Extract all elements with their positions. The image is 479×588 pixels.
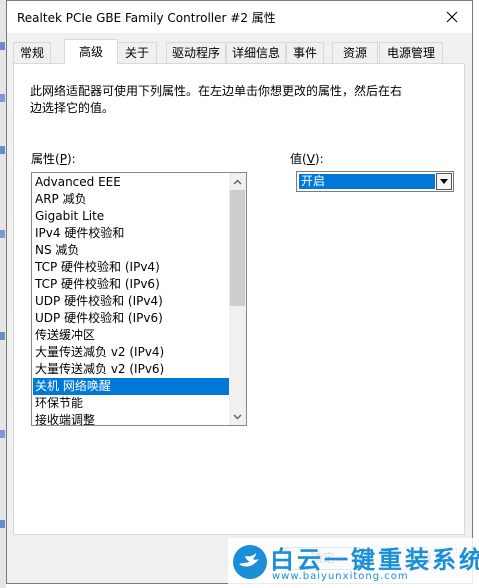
list-item[interactable]: Advanced EEE — [33, 174, 229, 191]
bird-logo-icon — [233, 545, 267, 579]
list-item[interactable]: 大量传送减负 v2 (IPv4) — [33, 344, 229, 361]
value-label: 值(V): — [290, 150, 324, 167]
tab-resources[interactable]: 资源 — [332, 42, 378, 63]
tab-advanced[interactable]: 高级 — [64, 39, 118, 64]
scroll-up-button[interactable] — [229, 173, 246, 190]
watermark-url: www.baiyunxitong.com — [272, 571, 409, 582]
chevron-down-icon — [440, 179, 448, 184]
list-item[interactable]: IPv4 硬件校验和 — [33, 225, 229, 242]
scroll-down-button[interactable] — [229, 408, 246, 425]
background-icon — [0, 94, 5, 102]
list-item[interactable]: ARP 减负 — [33, 191, 229, 208]
dropdown-button[interactable] — [436, 173, 452, 190]
background-icon — [0, 230, 5, 238]
close-button[interactable] — [432, 1, 472, 33]
window-title: Realtek PCIe GBE Family Controller #2 属性 — [17, 11, 276, 25]
list-item[interactable]: TCP 硬件校验和 (IPv4) — [33, 259, 229, 276]
background-icon — [0, 146, 5, 154]
value-selected: 开启 — [299, 174, 435, 189]
tab-power-management[interactable]: 电源管理 — [379, 42, 443, 63]
tab-general[interactable]: 常规 — [13, 42, 51, 63]
background-icon — [0, 332, 5, 340]
tab-about[interactable]: 关于 — [117, 42, 157, 63]
advanced-tab-panel: 此网络适配器可使用下列属性。在左边单击你想更改的属性，然后在右 边选择它的值。 … — [13, 63, 465, 535]
background-icon — [0, 430, 5, 438]
list-item[interactable]: 接收端调整 — [33, 412, 229, 425]
list-item-selected[interactable]: 关机 网络唤醒 — [33, 378, 229, 395]
property-label: 属性(P): — [31, 150, 76, 167]
property-listbox[interactable]: Advanced EEE ARP 减负 Gigabit Lite IPv4 硬件… — [31, 172, 247, 426]
list-item[interactable]: 环保节能 — [33, 395, 229, 412]
label-text: ): — [314, 152, 324, 166]
description-line: 边选择它的值。 — [30, 101, 115, 115]
label-accelerator: V — [306, 152, 315, 166]
scroll-up-arrow-icon — [233, 179, 242, 184]
label-accelerator: P — [59, 152, 67, 166]
tab-events[interactable]: 事件 — [286, 42, 324, 63]
vertical-scrollbar[interactable] — [229, 173, 246, 425]
label-text: 属性( — [31, 152, 60, 166]
properties-dialog: Realtek PCIe GBE Family Controller #2 属性… — [6, 0, 473, 584]
scroll-thumb[interactable] — [230, 190, 245, 306]
list-item[interactable]: Gigabit Lite — [33, 208, 229, 225]
tab-details[interactable]: 详细信息 — [226, 42, 286, 63]
panel-description: 此网络适配器可使用下列属性。在左边单击你想更改的属性，然后在右 边选择它的值。 — [30, 83, 430, 117]
list-item[interactable]: TCP 硬件校验和 (IPv6) — [33, 276, 229, 293]
list-item[interactable]: UDP 硬件校验和 (IPv6) — [33, 310, 229, 327]
scroll-down-arrow-icon — [233, 414, 242, 419]
background-icon — [0, 42, 5, 50]
value-dropdown[interactable]: 开启 — [296, 171, 454, 192]
list-item[interactable]: 传送缓冲区 — [33, 327, 229, 344]
label-text: 值( — [290, 152, 307, 166]
background-icon — [0, 520, 5, 528]
list-item[interactable]: 大量传送减负 v2 (IPv6) — [33, 361, 229, 378]
description-line: 此网络适配器可使用下列属性。在左边单击你想更改的属性，然后在右 — [30, 84, 403, 98]
watermark-title: 白云一键重装系统 — [270, 546, 479, 574]
label-text: ): — [66, 152, 76, 166]
close-icon — [446, 11, 458, 23]
list-item[interactable]: NS 减负 — [33, 242, 229, 259]
tab-driver[interactable]: 驱动程序 — [166, 42, 226, 63]
title-bar[interactable]: Realtek PCIe GBE Family Controller #2 属性 — [7, 1, 472, 33]
watermark: 白云一键重装系统 www.baiyunxitong.com — [228, 538, 479, 586]
list-item[interactable]: UDP 硬件校验和 (IPv4) — [33, 293, 229, 310]
